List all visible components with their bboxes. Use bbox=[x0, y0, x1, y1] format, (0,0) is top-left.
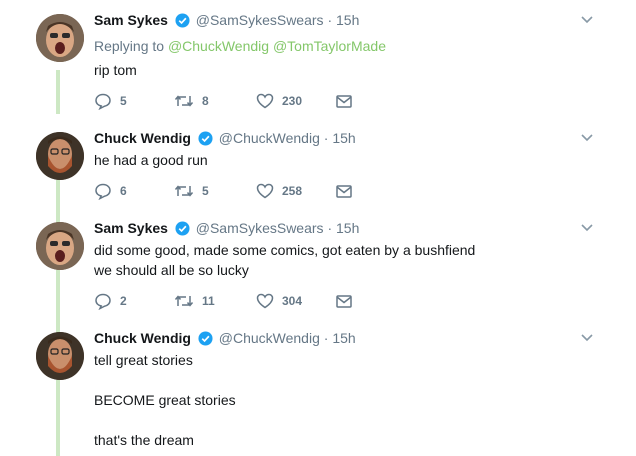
chevron-down-icon[interactable] bbox=[580, 12, 594, 31]
user-handle[interactable]: @SamSykesSwears bbox=[196, 12, 324, 28]
direct-message-icon bbox=[336, 185, 352, 198]
tweet[interactable]: Chuck Wendig @ChuckWendig · 15h he had a… bbox=[0, 128, 636, 218]
like-icon bbox=[256, 183, 274, 199]
tweet-header: Sam Sykes @SamSykesSwears · 15h bbox=[94, 10, 359, 33]
avatar-chuck-wendig[interactable] bbox=[36, 332, 84, 380]
like-icon bbox=[256, 293, 274, 309]
verified-badge-icon bbox=[175, 13, 190, 33]
retweet-count: 11 bbox=[202, 294, 215, 308]
reply-count: 2 bbox=[120, 294, 127, 308]
chevron-down-icon[interactable] bbox=[580, 330, 594, 349]
reply-count: 6 bbox=[120, 184, 127, 198]
direct-message-icon bbox=[336, 95, 352, 108]
display-name[interactable]: Sam Sykes bbox=[94, 220, 168, 236]
reply-button[interactable]: 5 bbox=[94, 91, 127, 111]
display-name[interactable]: Chuck Wendig bbox=[94, 130, 191, 146]
avatar-chuck-wendig[interactable] bbox=[36, 132, 84, 180]
like-count: 230 bbox=[282, 94, 303, 108]
like-button[interactable]: 304 bbox=[256, 291, 302, 311]
tweet-header: Chuck Wendig @ChuckWendig · 15h bbox=[94, 328, 356, 351]
verified-badge-icon bbox=[198, 331, 213, 351]
direct-message-button[interactable] bbox=[335, 291, 353, 311]
mention-link[interactable]: @TomTaylorMade bbox=[273, 38, 386, 54]
retweet-button[interactable]: 5 bbox=[174, 181, 209, 201]
tweet-text: rip tom bbox=[94, 62, 137, 78]
chevron-down-icon[interactable] bbox=[580, 130, 594, 149]
tweet-timestamp[interactable]: 15h bbox=[336, 220, 359, 236]
verified-badge-icon bbox=[198, 131, 213, 151]
tweet-text: tell great stories bbox=[94, 352, 193, 368]
user-handle[interactable]: @ChuckWendig bbox=[219, 330, 320, 346]
separator-dot: · bbox=[323, 330, 329, 346]
tweet[interactable]: Sam Sykes @SamSykesSwears · 15h did some… bbox=[0, 218, 636, 328]
display-name[interactable]: Sam Sykes bbox=[94, 12, 168, 28]
retweet-button[interactable]: 11 bbox=[174, 291, 215, 311]
like-count: 258 bbox=[282, 184, 303, 198]
separator-dot: · bbox=[327, 12, 333, 28]
separator-dot: · bbox=[327, 220, 333, 236]
retweet-count: 5 bbox=[202, 184, 209, 198]
tweet-text: did some good, made some comics, got eat… bbox=[94, 242, 476, 258]
retweet-button[interactable]: 8 bbox=[174, 91, 209, 111]
direct-message-button[interactable] bbox=[335, 181, 353, 201]
user-handle[interactable]: @ChuckWendig bbox=[219, 130, 320, 146]
like-icon bbox=[256, 93, 274, 109]
tweet-header: Chuck Wendig @ChuckWendig · 15h bbox=[94, 128, 356, 151]
tweet-text: BECOME great stories bbox=[94, 392, 236, 408]
tweet-timestamp[interactable]: 15h bbox=[332, 130, 355, 146]
retweet-icon bbox=[174, 295, 194, 307]
retweet-icon bbox=[174, 185, 194, 197]
mention-link[interactable]: @ChuckWendig bbox=[168, 38, 269, 54]
tweet-timestamp[interactable]: 15h bbox=[336, 12, 359, 28]
direct-message-icon bbox=[336, 295, 352, 308]
like-button[interactable]: 230 bbox=[256, 91, 302, 111]
tweet-timestamp[interactable]: 15h bbox=[332, 330, 355, 346]
retweet-icon bbox=[174, 95, 194, 107]
reply-button[interactable]: 6 bbox=[94, 181, 127, 201]
separator-dot: · bbox=[323, 130, 329, 146]
replying-to: Replying to @ChuckWendig @TomTaylorMade bbox=[94, 36, 386, 56]
replying-to-label: Replying to bbox=[94, 38, 165, 54]
reply-icon bbox=[95, 293, 111, 310]
display-name[interactable]: Chuck Wendig bbox=[94, 330, 191, 346]
reply-icon bbox=[95, 93, 111, 110]
reply-icon bbox=[95, 183, 111, 200]
tweet-text: that's the dream bbox=[94, 432, 194, 448]
avatar-sam-sykes[interactable] bbox=[36, 14, 84, 62]
like-count: 304 bbox=[282, 294, 303, 308]
tweet-header: Sam Sykes @SamSykesSwears · 15h bbox=[94, 218, 359, 241]
user-handle[interactable]: @SamSykesSwears bbox=[196, 220, 324, 236]
chevron-down-icon[interactable] bbox=[580, 220, 594, 239]
reply-count: 5 bbox=[120, 94, 127, 108]
like-button[interactable]: 258 bbox=[256, 181, 302, 201]
reply-button[interactable]: 2 bbox=[94, 291, 127, 311]
tweet-text: he had a good run bbox=[94, 152, 208, 168]
retweet-count: 8 bbox=[202, 94, 209, 108]
tweet[interactable]: Chuck Wendig @ChuckWendig · 15h tell gre… bbox=[0, 328, 636, 456]
tweet-text: we should all be so lucky bbox=[94, 262, 249, 278]
direct-message-button[interactable] bbox=[335, 91, 353, 111]
verified-badge-icon bbox=[175, 221, 190, 241]
tweet[interactable]: Sam Sykes @SamSykesSwears · 15h Replying… bbox=[0, 10, 636, 120]
avatar-sam-sykes[interactable] bbox=[36, 222, 84, 270]
